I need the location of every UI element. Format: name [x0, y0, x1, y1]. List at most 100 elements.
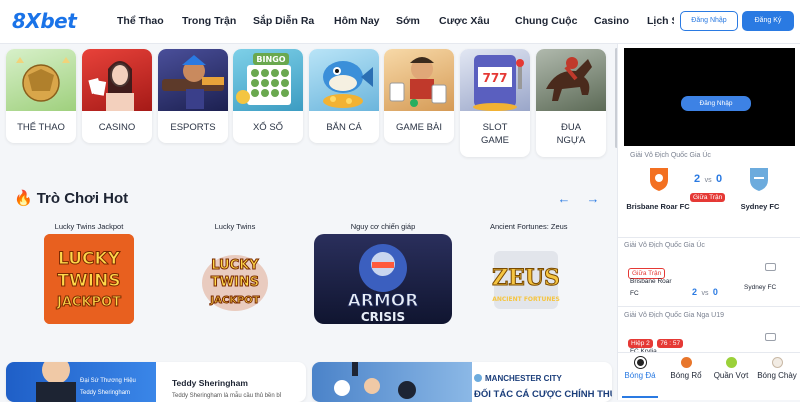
svg-text:TWINS: TWINS — [57, 271, 120, 291]
nav-item-the-thao[interactable]: Thể Thao — [108, 0, 175, 44]
basketball-icon — [680, 357, 692, 368]
game-thumbnail: LUCKY TWINS JACKPOT — [200, 245, 270, 315]
category-label: SLOT GAME — [481, 122, 509, 146]
soccer-ball-icon — [6, 49, 76, 111]
category-xo-so[interactable]: BINGO XỔ SỐ — [233, 49, 303, 143]
category-casino[interactable]: CASINO — [82, 49, 152, 143]
sydney-crest-icon — [748, 166, 770, 192]
match-score: 2 vs 0 — [692, 287, 718, 297]
featured-home-team: Brisbane Roar FC — [626, 202, 690, 211]
match-away-team: Sydney FC — [744, 284, 777, 291]
tab-bong-ro[interactable]: Bóng Rổ — [668, 357, 704, 380]
category-label: BẮN CÁ — [326, 122, 362, 133]
tv-icon[interactable] — [765, 333, 776, 341]
active-tab-indicator — [622, 396, 658, 398]
fire-icon: 🔥 — [14, 190, 33, 207]
banner-art — [312, 362, 472, 402]
category-ban-ca[interactable]: BẮN CÁ — [309, 49, 379, 143]
game-name: Lucky Twins Jackpot — [54, 222, 124, 231]
category-slot-game[interactable]: 777 SLOT GAME — [460, 49, 530, 157]
live-video-player[interactable]: Đăng Nhập — [624, 48, 795, 146]
category-dua-ngua[interactable]: ĐUA NGỰA — [536, 49, 606, 157]
nav-item-chung-cuoc[interactable]: Chung Cuộc — [507, 0, 587, 44]
baseball-icon — [771, 357, 783, 368]
featured-league: Giải Vô Địch Quốc Gia Úc — [630, 152, 711, 159]
match-home-team: Brisbane Roar — [630, 278, 672, 285]
tab-bong-chay[interactable]: Bóng Chày — [754, 357, 800, 380]
nav-item-trong-tran[interactable]: Trong Trận — [175, 0, 246, 44]
nav-item-hom-nay[interactable]: Hôm Nay — [326, 0, 390, 44]
svg-text:ANCIENT FORTUNES: ANCIENT FORTUNES — [492, 296, 560, 303]
match-league: Giải Vô Địch Quốc Gia Nga U19 — [624, 312, 724, 319]
banner-club: MANCHESTER CITY — [474, 374, 562, 383]
tv-icon[interactable] — [765, 263, 776, 271]
match-home-team-line2: FC — [630, 290, 639, 297]
esports-character-icon — [158, 49, 228, 111]
bingo-card-icon: BINGO — [233, 49, 303, 111]
partner-banner[interactable]: MANCHESTER CITY ĐỐI TÁC CÁ CƯỢC CHÍNH TH… — [312, 362, 612, 402]
svg-text:LUCKY: LUCKY — [211, 258, 259, 273]
casino-dealer-icon — [82, 49, 152, 111]
club-crest-icon — [474, 374, 482, 382]
svg-text:ARMOR: ARMOR — [348, 291, 419, 311]
arrow-left-icon[interactable]: ← — [556, 191, 572, 207]
category-label: XỔ SỐ — [252, 122, 284, 133]
banner-title: ĐỐI TÁC CÁ CƯỢC CHÍNH THỨC — [474, 389, 612, 400]
game-thumbnail: ARMOR CRISIS — [314, 234, 452, 324]
category-label: ESPORTS — [170, 122, 216, 133]
ambassador-banner[interactable]: Đại Sứ Thương Hiệu Teddy Sheringham Tedd… — [6, 362, 306, 402]
category-label: ĐUA NGỰA — [556, 122, 586, 146]
match-league: Giải Vô Địch Quốc Gia Úc — [624, 242, 705, 249]
main-nav: Thể Thao Trong Trận Sắp Diễn Ra Hôm Nay … — [108, 0, 674, 44]
card-game-icon — [384, 49, 454, 111]
nav-item-sap-dien-ra[interactable]: Sắp Diễn Ra — [246, 0, 326, 44]
arrow-right-icon[interactable]: → — [585, 191, 601, 207]
svg-text:LUCKY: LUCKY — [58, 249, 121, 269]
game-thumbnail: LUCKY TWINS JACKPOT — [44, 234, 134, 324]
category-label: CASINO — [98, 122, 136, 133]
banner-text: Teddy Sheringham là mẫu cầu thủ bền bỉ — [172, 393, 282, 399]
banner-title: Teddy Sheringham — [172, 378, 248, 388]
category-the-thao[interactable]: THỂ THAO — [6, 49, 76, 143]
featured-score: 2 vs 0 — [694, 173, 723, 185]
game-thumbnail: ZEUS ANCIENT FORTUNES — [490, 245, 562, 315]
register-button[interactable]: Đăng Ký — [742, 11, 794, 31]
tab-bong-da[interactable]: Bóng Đá — [622, 357, 658, 380]
game-name: Ancient Fortunes: Zeus — [490, 222, 568, 231]
game-card-armor-crisis[interactable]: Nguy cơ chiến giáp ARMOR CRISIS — [314, 222, 452, 324]
game-card-ancient-fortunes-zeus[interactable]: Ancient Fortunes: Zeus ZEUS ANCIENT FORTU… — [490, 222, 568, 315]
game-card-lucky-twins[interactable]: Lucky Twins LUCKY TWINS JACKPOT — [200, 222, 270, 315]
banner-tag-name: Teddy Sheringham — [80, 390, 131, 396]
soccer-ball-icon — [634, 357, 646, 368]
svg-text:777: 777 — [482, 71, 507, 85]
nav-item-lich-su[interactable]: Lịch S — [642, 0, 674, 44]
svg-text:JACKPOT: JACKPOT — [209, 295, 259, 306]
slot-machine-icon: 777 — [460, 49, 530, 111]
tab-quan-vot[interactable]: Quần Vợt — [709, 357, 753, 380]
banner-tag: Đại Sứ Thương Hiệu — [80, 378, 136, 384]
section-title-hot-games: 🔥 Trò Chơi Hot — [14, 190, 129, 207]
login-button[interactable]: Đăng Nhập — [680, 11, 738, 31]
svg-text:CRISIS: CRISIS — [361, 310, 405, 324]
featured-away-team: Sydney FC — [740, 202, 780, 211]
nav-item-casino[interactable]: Casino — [587, 0, 642, 44]
svg-text:BINGO: BINGO — [256, 55, 285, 64]
category-label: THỂ THAO — [17, 122, 65, 133]
category-game-bai[interactable]: GAME BÀI — [384, 49, 454, 143]
top-header: 8Xbet Thể Thao Trong Trận Sắp Diễn Ra Hô… — [0, 0, 800, 44]
game-name: Lucky Twins — [214, 222, 256, 231]
featured-status: Giữa Trận — [690, 186, 726, 204]
fish-icon — [309, 49, 379, 111]
nav-item-cuoc-xau[interactable]: Cược Xâu — [435, 0, 507, 44]
svg-text:JACKPOT: JACKPOT — [56, 295, 121, 310]
brisbane-crest-icon — [648, 166, 670, 192]
brand-logo[interactable]: 8Xbet — [12, 9, 77, 33]
svg-text:ZEUS: ZEUS — [492, 265, 560, 291]
right-panel: Đăng Nhập Giải Vô Địch Quốc Gia Úc 2 vs … — [617, 44, 800, 400]
video-login-button[interactable]: Đăng Nhập — [681, 96, 751, 111]
svg-text:TWINS: TWINS — [211, 275, 259, 290]
nav-item-som[interactable]: Sớm — [390, 0, 435, 44]
game-card-lucky-twins-jackpot[interactable]: Lucky Twins Jackpot LUCKY TWINS JACKPOT — [44, 222, 134, 324]
game-name: Nguy cơ chiến giáp — [350, 222, 416, 231]
category-esports[interactable]: ESPORTS — [158, 49, 228, 143]
